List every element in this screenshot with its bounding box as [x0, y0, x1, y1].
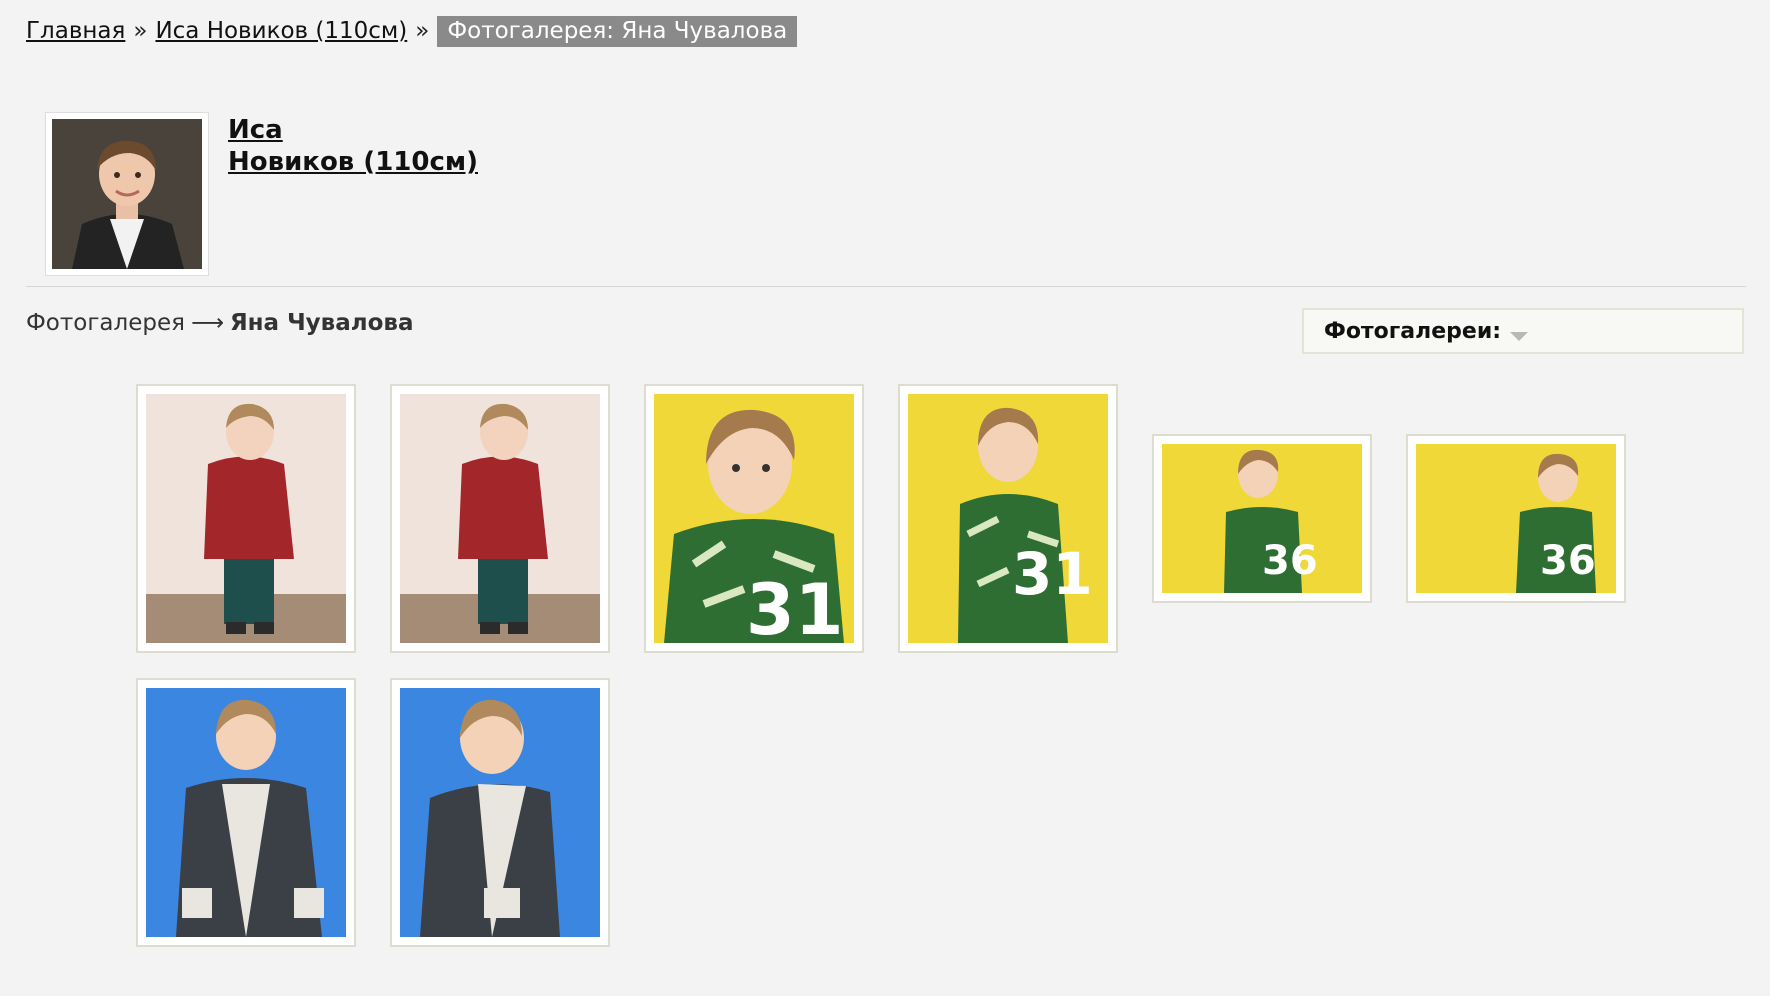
photo-thumbnail[interactable]: [390, 678, 610, 947]
svg-text:31: 31: [746, 569, 843, 643]
profile-name: Иса Новиков (110см): [228, 114, 478, 178]
galleries-dropdown-label: Фотогалереи:: [1324, 319, 1502, 344]
photo-thumbnail[interactable]: 31: [898, 384, 1118, 653]
child-green-sweater-icon: 31: [654, 394, 854, 643]
gallery-author: Яна Чувалова: [229, 310, 414, 336]
breadcrumb-separator: »: [415, 18, 430, 44]
gallery-path: Фотогалерея ⟶ Яна Чувалова: [26, 308, 413, 338]
avatar[interactable]: [46, 113, 208, 275]
profile-first-name-link[interactable]: Иса: [228, 114, 478, 146]
photo-image[interactable]: [400, 394, 600, 643]
photo-image[interactable]: 31: [654, 394, 854, 643]
photo-thumbnail[interactable]: 36: [1152, 434, 1372, 603]
photo-image[interactable]: 36: [1416, 444, 1616, 593]
galleries-dropdown[interactable]: Фотогалереи:: [1302, 308, 1744, 354]
child-coat-icon: [400, 688, 600, 937]
photo-image[interactable]: [146, 688, 346, 937]
breadcrumb-separator: »: [133, 18, 148, 44]
profile-last-name-link[interactable]: Новиков (110см): [228, 146, 478, 178]
photo-thumbnail[interactable]: 31: [644, 384, 864, 653]
svg-text:36: 36: [1540, 538, 1596, 584]
child-green-sweater-icon: 36: [1162, 444, 1362, 593]
breadcrumb-home-link[interactable]: Главная: [26, 18, 125, 44]
child-green-sweater-icon: 36: [1416, 444, 1616, 593]
svg-text:31: 31: [1012, 540, 1093, 608]
photo-thumbnail[interactable]: [136, 678, 356, 947]
photo-thumbnail[interactable]: [390, 384, 610, 653]
gallery-section-label: Фотогалерея: [26, 310, 185, 336]
child-coat-icon: [146, 688, 346, 937]
svg-text:36: 36: [1262, 538, 1318, 584]
child-green-sweater-icon: 31: [908, 394, 1108, 643]
chevron-down-icon: [1510, 332, 1528, 341]
arrow-right-icon: ⟶: [190, 310, 224, 336]
photo-image[interactable]: [146, 394, 346, 643]
child-red-sweater-icon: [400, 394, 600, 643]
photo-image[interactable]: 31: [908, 394, 1108, 643]
divider: [26, 286, 1746, 287]
photo-thumbnail[interactable]: [136, 384, 356, 653]
child-red-sweater-icon: [146, 394, 346, 643]
breadcrumb-model-link[interactable]: Иса Новиков (110см): [155, 18, 407, 44]
breadcrumb-current: Фотогалерея: Яна Чувалова: [437, 16, 798, 47]
photo-thumbnail[interactable]: 36: [1406, 434, 1626, 603]
photo-image[interactable]: [400, 688, 600, 937]
avatar-photo[interactable]: [52, 119, 202, 269]
photo-image[interactable]: 36: [1162, 444, 1362, 593]
breadcrumb: Главная » Иса Новиков (110см) » Фотогалерея:…: [26, 14, 798, 48]
